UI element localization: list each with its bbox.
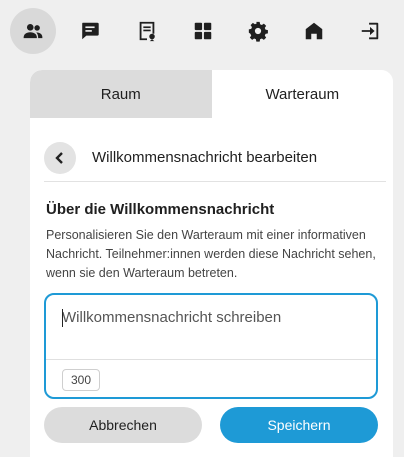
panel-header: Willkommensnachricht bearbeiten [44,134,386,182]
chat-icon [82,22,99,40]
character-limit-badge: 300 [62,369,101,391]
field-divider [46,359,376,360]
notes-button[interactable] [124,8,170,54]
save-button[interactable]: Speichern [220,407,378,443]
leave-exit-icon [361,22,379,40]
cancel-button[interactable]: Abbrechen [44,407,202,443]
participants-button[interactable] [10,8,56,54]
back-button[interactable] [44,141,76,174]
tab-bar: Raum Warteraum [30,70,393,118]
participants-icon [23,24,43,39]
home-icon [305,22,323,40]
chevron-left-icon [55,151,63,164]
apps-grid-icon [194,22,212,40]
section-title: Über die Willkommensnachricht [46,201,275,218]
welcome-message-input[interactable] [46,295,376,359]
waiting-room-panel: Raum Warteraum Willkommensnachricht bear… [30,70,393,457]
welcome-message-field: 300 [44,293,378,399]
section-description: Personalisieren Sie den Warteraum mit ei… [46,228,376,280]
tab-room[interactable]: Raum [30,70,212,118]
text-caret [62,309,63,327]
top-nav-bar [0,0,404,62]
shared-notes-icon [139,21,155,42]
tab-waiting-room[interactable]: Warteraum [211,70,393,118]
settings-gear-icon [248,21,268,42]
page-title: Willkommensnachricht bearbeiten [92,149,318,166]
settings-button[interactable] [235,8,281,54]
home-button[interactable] [291,8,337,54]
chat-button[interactable] [67,8,113,54]
leave-button[interactable] [347,8,393,54]
apps-button[interactable] [180,8,226,54]
